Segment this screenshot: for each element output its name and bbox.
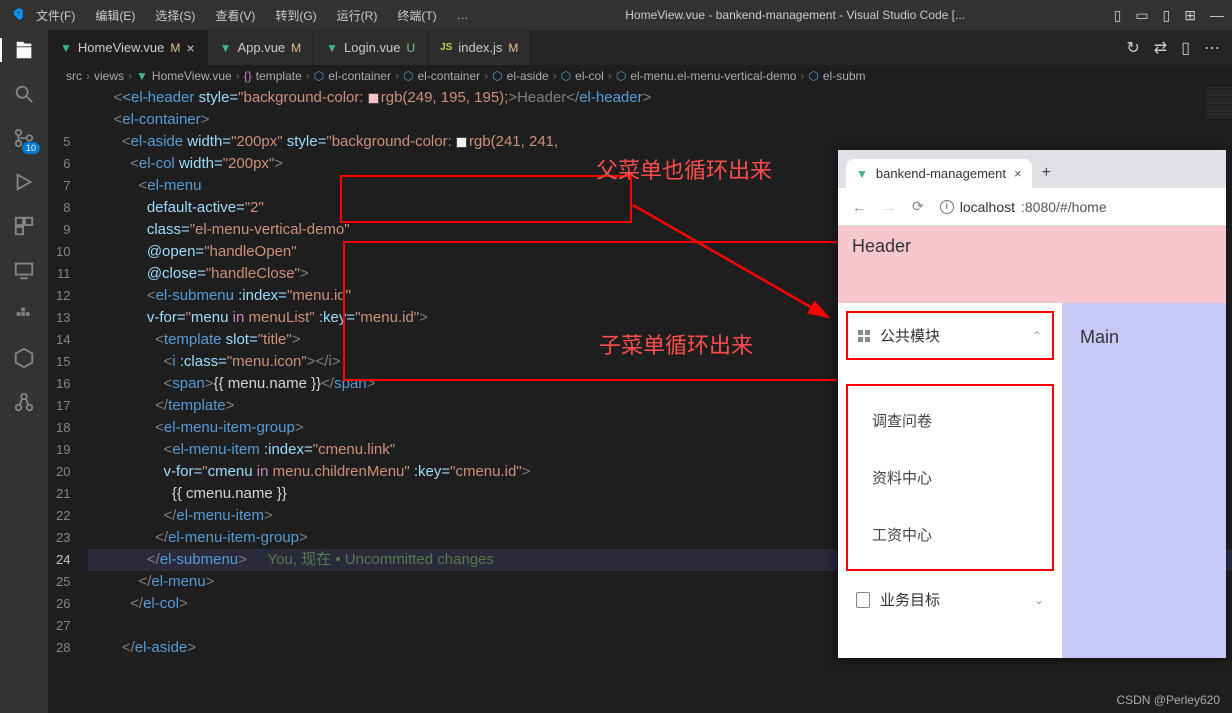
explorer-icon[interactable]	[12, 38, 36, 62]
vue-icon: ▼	[220, 41, 232, 55]
vue-icon: ▼	[326, 41, 338, 55]
tab-homeview[interactable]: ▼ HomeView.vue M ×	[48, 30, 208, 65]
browser-tab[interactable]: ▼ bankend-management ×	[846, 159, 1032, 188]
browser-address-bar: ← → ⟳ i localhost:8080/#/home	[838, 188, 1226, 226]
close-icon[interactable]: ×	[186, 40, 194, 56]
info-icon: i	[940, 200, 954, 214]
menu-child-item[interactable]: 调查问卷	[848, 392, 1052, 449]
url-field[interactable]: i localhost:8080/#/home	[940, 199, 1107, 215]
tab-loginvue[interactable]: ▼ Login.vue U	[314, 30, 428, 65]
window-title: HomeView.vue - bankend-management - Visu…	[481, 8, 1110, 22]
hexagon-icon[interactable]	[12, 346, 36, 370]
breadcrumb[interactable]: src› views› ▼HomeView.vue› {}template› ⬡…	[48, 65, 1232, 87]
compare-icon[interactable]: ⇄	[1154, 38, 1167, 58]
modified-badge: M	[291, 41, 301, 55]
forward-icon[interactable]: →	[882, 199, 896, 215]
browser-tab-title: bankend-management	[876, 166, 1006, 181]
menu-label: 公共模块	[880, 325, 940, 346]
js-icon: JS	[440, 42, 452, 53]
new-tab-button[interactable]: +	[1032, 158, 1061, 188]
layout-controls: ▯ ▭ ▯ ⊞ —	[1114, 7, 1224, 24]
tab-label: index.js	[458, 40, 502, 55]
tab-appvue[interactable]: ▼ App.vue M	[208, 30, 315, 65]
graph-icon[interactable]	[12, 390, 36, 414]
chevron-up-icon: ⌃	[1032, 329, 1042, 343]
menu-children-group: 调查问卷 资料中心 工资中心	[846, 384, 1054, 571]
menu-parent-public[interactable]: 公共模块 ⌃	[846, 311, 1054, 360]
run-again-icon[interactable]: ↻	[1126, 38, 1139, 58]
document-icon	[856, 592, 870, 608]
layout-icon[interactable]: ⊞	[1184, 7, 1196, 24]
menu-child-item[interactable]: 资料中心	[848, 449, 1052, 506]
scm-icon[interactable]: 10	[12, 126, 36, 150]
browser-tabbar: ▼ bankend-management × +	[838, 150, 1226, 188]
tab-label: Login.vue	[344, 40, 400, 55]
vscode-icon	[8, 6, 24, 25]
line-gutter: 5 6 7 8 9 10 11 12 13 14 15 16 17 18 19 …	[48, 87, 88, 713]
browser-preview: ▼ bankend-management × + ← → ⟳ i localho…	[838, 150, 1226, 658]
menu-edit[interactable]: 编辑(E)	[87, 3, 143, 28]
page-main: Main	[1062, 303, 1226, 658]
title-bar: 文件(F) 编辑(E) 选择(S) 查看(V) 转到(G) 运行(R) 终端(T…	[0, 0, 1232, 30]
menu-select[interactable]: 选择(S)	[147, 3, 203, 28]
tab-label: App.vue	[237, 40, 285, 55]
tab-bar: ▼ HomeView.vue M × ▼ App.vue M ▼ Login.v…	[48, 30, 1232, 65]
menu-terminal[interactable]: 终端(T)	[389, 3, 444, 28]
panel-left-icon[interactable]: ▯	[1114, 7, 1122, 24]
reload-icon[interactable]: ⟳	[912, 198, 924, 215]
activity-bar: 10	[0, 30, 48, 713]
menu-file[interactable]: 文件(F)	[28, 3, 83, 28]
modified-badge: M	[508, 41, 518, 55]
annotation-text-child: 子菜单循环出来	[599, 328, 753, 360]
extensions-icon[interactable]	[12, 214, 36, 238]
vue-icon: ▼	[60, 41, 72, 55]
scm-badge: 10	[22, 142, 40, 154]
grid-icon	[858, 330, 870, 342]
chevron-down-icon: ⌄	[1034, 593, 1044, 607]
debug-icon[interactable]	[12, 170, 36, 194]
menu-run[interactable]: 运行(R)	[329, 3, 386, 28]
annotation-text-parent: 父菜单也循环出来	[596, 153, 772, 185]
close-icon[interactable]: ×	[1014, 166, 1022, 181]
menu-parent-business[interactable]: 业务目标 ⌄	[846, 577, 1054, 622]
menu-child-item[interactable]: 工资中心	[848, 506, 1052, 563]
panel-right-icon[interactable]: ▯	[1163, 7, 1171, 24]
menu-more[interactable]: …	[449, 4, 477, 26]
tab-indexjs[interactable]: JS index.js M	[428, 30, 531, 65]
remote-icon[interactable]	[12, 258, 36, 282]
watermark: CSDN @Perley620	[1116, 693, 1220, 707]
minimap[interactable]	[1206, 87, 1232, 119]
search-icon[interactable]	[12, 82, 36, 106]
docker-icon[interactable]	[12, 302, 36, 326]
menu-view[interactable]: 查看(V)	[207, 3, 263, 28]
back-icon[interactable]: ←	[852, 199, 866, 215]
split-icon[interactable]: ▯	[1181, 38, 1190, 58]
vue-favicon: ▼	[856, 167, 868, 181]
untracked-badge: U	[406, 41, 415, 55]
menu-label: 业务目标	[880, 589, 940, 610]
page-header: Header	[838, 226, 1226, 303]
menu-go[interactable]: 转到(G)	[267, 3, 324, 28]
modified-badge: M	[170, 41, 180, 55]
browser-viewport: Header 公共模块 ⌃ 调查问卷 资料中心 工资中心 业务目标 ⌄	[838, 226, 1226, 658]
tab-label: HomeView.vue	[78, 40, 164, 55]
minimize-icon[interactable]: —	[1210, 7, 1224, 23]
page-sidebar: 公共模块 ⌃ 调查问卷 资料中心 工资中心 业务目标 ⌄	[838, 303, 1062, 658]
more-icon[interactable]: ⋯	[1204, 38, 1220, 58]
panel-bottom-icon[interactable]: ▭	[1135, 7, 1148, 24]
